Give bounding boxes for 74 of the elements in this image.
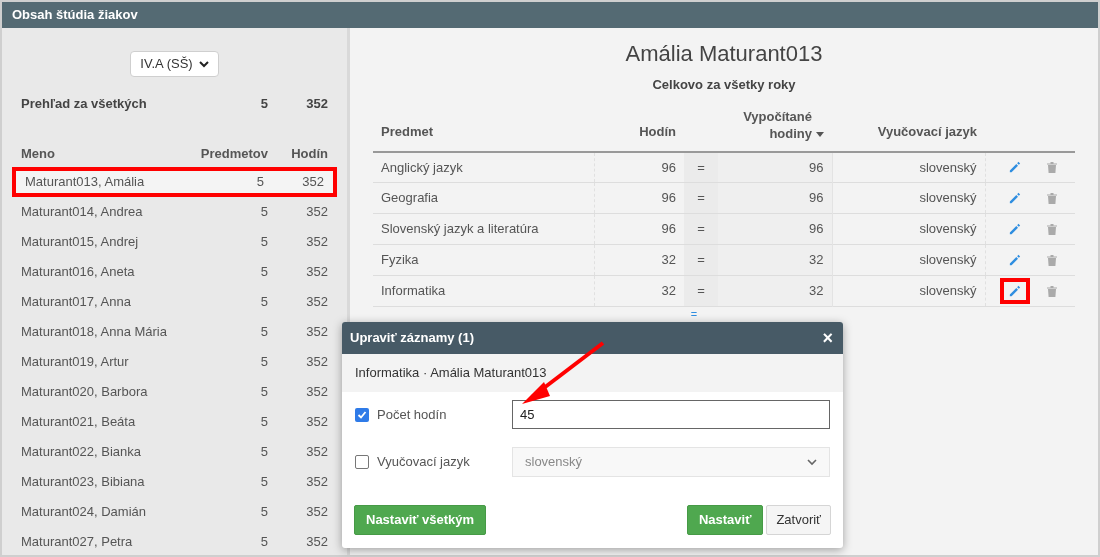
class-select[interactable]: IV.A (SŠ) — [130, 51, 219, 77]
field-label: Počet hodín — [377, 405, 448, 424]
table-cell: slovenský — [832, 213, 985, 245]
close-button[interactable]: × — [820, 329, 835, 347]
table-cell: 96 — [594, 213, 684, 245]
student-row[interactable]: Maturant024, Damián 5 352 — [12, 497, 337, 527]
column-header: Vypočítané hodiny — [726, 107, 824, 142]
student-row[interactable]: Maturant013, Amália 5 352 — [12, 167, 337, 197]
pencil-icon — [1009, 192, 1022, 204]
overview-subjects: 5 — [259, 95, 268, 113]
pencil-icon — [1009, 285, 1022, 297]
table-cell: = — [684, 275, 718, 307]
column-header: Hodín — [290, 144, 328, 163]
table-cell: Informatika — [373, 275, 594, 307]
trash-icon — [1047, 254, 1058, 266]
trash-icon — [1047, 192, 1058, 204]
table-cell: 32 — [718, 275, 832, 307]
student-row[interactable]: Maturant027, Petra 5 352 — [12, 527, 337, 555]
column-header: Hodín — [594, 105, 684, 152]
edit-button[interactable] — [1000, 278, 1031, 304]
field-label: Vyučovací jazyk — [377, 453, 471, 472]
table-cell: = — [684, 182, 718, 214]
table-cell: Anglický jazyk — [373, 151, 594, 183]
pencil-icon — [1009, 223, 1022, 235]
table-cell: Slovenský jazyk a literatúra — [373, 213, 594, 245]
student-row[interactable]: Maturant015, Andrej 5 352 — [12, 227, 337, 257]
dialog-title: Upraviť záznamy (1) — [350, 329, 474, 348]
chevron-down-icon — [198, 60, 209, 68]
overview-label: Prehľad za všetkých — [21, 95, 148, 113]
pencil-icon — [1009, 254, 1022, 266]
column-header: Predmetov — [199, 144, 268, 163]
input-field[interactable]: 45 — [512, 400, 830, 429]
table-cell: 32 — [594, 275, 684, 307]
table-cell: slovenský — [832, 275, 985, 307]
table-cell: = — [684, 151, 718, 183]
table-cell: Fyzika — [373, 244, 594, 276]
table-caption: Celkovo za všetky roky — [652, 76, 796, 94]
table-cell: slovenský — [832, 151, 985, 183]
student-row[interactable]: Maturant016, Aneta 5 352 — [12, 257, 337, 287]
table-cell: slovenský — [832, 182, 985, 214]
table-cell: Geografia — [373, 182, 594, 214]
trash-icon — [1047, 223, 1058, 235]
column-header: Meno — [21, 144, 56, 163]
student-row[interactable]: Maturant018, Anna Mária 5 352 — [12, 317, 337, 347]
student-row[interactable]: Maturant017, Anna 5 352 — [12, 287, 337, 317]
table-cell: = — [684, 244, 718, 276]
close-dialog-button[interactable]: Zatvoriť — [766, 505, 831, 535]
column-header: Vyučovací jazyk — [832, 105, 985, 152]
table-cell: 32 — [718, 244, 832, 276]
table-cell: = — [684, 213, 718, 245]
checkbox[interactable] — [355, 407, 369, 422]
table-cell: 96 — [718, 182, 832, 214]
window-title: Obsah štúdia žiakov — [12, 6, 138, 25]
student-row[interactable]: Maturant019, Artur 5 352 — [12, 347, 337, 377]
student-row[interactable]: Maturant021, Beáta 5 352 — [12, 407, 337, 437]
overview-hours: 352 — [305, 95, 328, 113]
table-cell: slovenský — [832, 244, 985, 276]
table-cell: 96 — [718, 151, 832, 183]
table-cell: 96 — [594, 151, 684, 183]
column-header: Predmet — [373, 105, 594, 152]
student-row[interactable]: Maturant014, Andrea 5 352 — [12, 197, 337, 227]
student-row[interactable]: Maturant022, Bianka 5 352 — [12, 437, 337, 467]
dialog-context: Informatika · Amália Maturant013 — [355, 364, 547, 383]
chevron-down-icon — [807, 458, 817, 466]
student-row[interactable]: Maturant020, Barbora 5 352 — [12, 377, 337, 407]
table-cell: 96 — [594, 182, 684, 214]
trash-icon — [1047, 285, 1058, 297]
student-row[interactable]: Maturant023, Bibiana 5 352 — [12, 467, 337, 497]
trash-icon — [1047, 161, 1058, 173]
table-cell: 32 — [594, 244, 684, 276]
student-name-heading: Amália Maturant013 — [625, 40, 823, 67]
sort-down-icon — [816, 131, 824, 137]
table-cell: 96 — [718, 213, 832, 245]
pencil-icon — [1009, 161, 1022, 174]
